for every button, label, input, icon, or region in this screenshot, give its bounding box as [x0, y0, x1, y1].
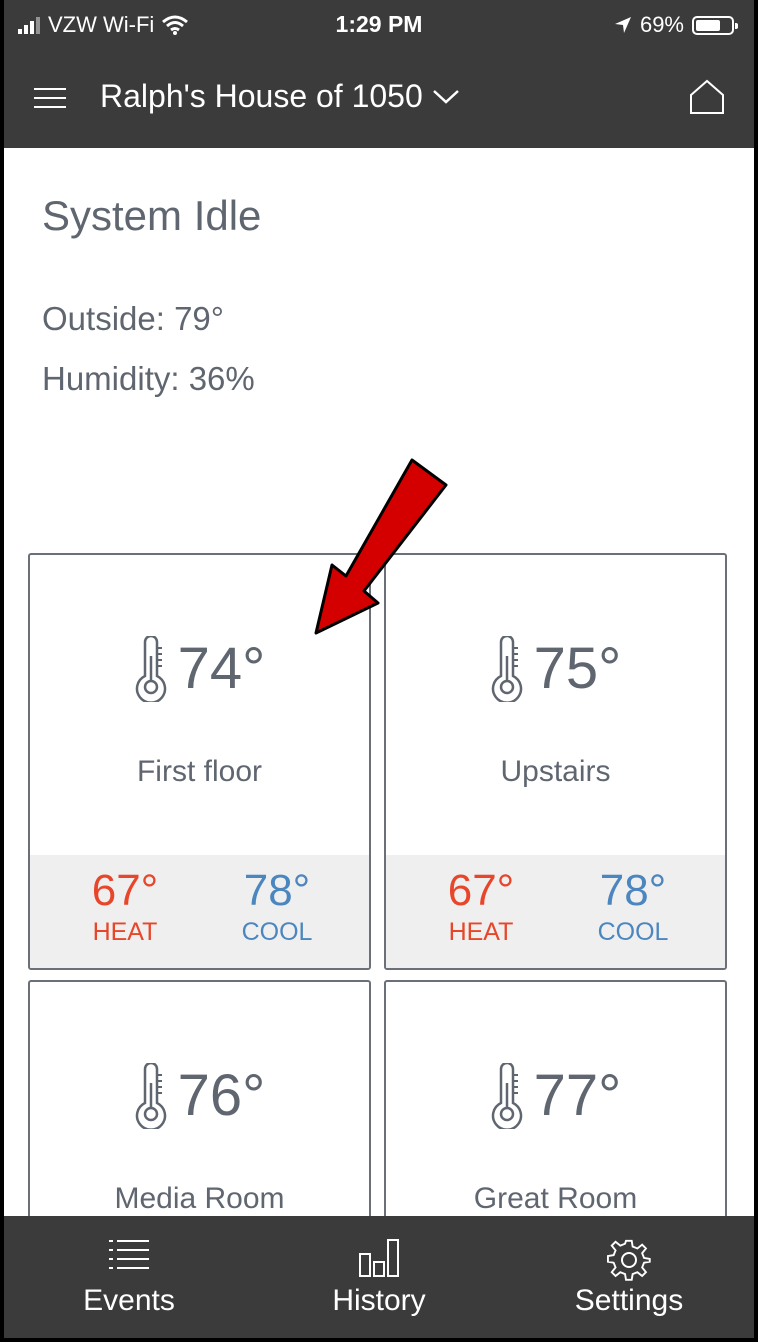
menu-icon[interactable] — [34, 86, 68, 110]
chevron-down-icon — [432, 89, 459, 104]
thermometer-icon — [491, 635, 522, 702]
heat-value: 67° — [447, 866, 515, 915]
heat-setpoint[interactable]: 67° HEAT — [50, 865, 200, 947]
heat-label: HEAT — [92, 918, 158, 946]
zone-name: First floor — [136, 755, 262, 788]
nav-events-label: Events — [83, 1284, 175, 1317]
nav-history-label: History — [332, 1284, 426, 1317]
setpoints: 67° HEAT 78° COOL — [30, 855, 369, 968]
zone-name: Great Room — [473, 1182, 638, 1215]
nav-events[interactable]: Events — [4, 1216, 254, 1338]
zone-name: Upstairs — [500, 755, 611, 788]
home-icon[interactable] — [688, 78, 726, 116]
heat-setpoint[interactable]: 67° HEAT — [406, 865, 556, 947]
house-selector[interactable]: Ralph's House of 1050 — [100, 78, 461, 115]
nav-history[interactable]: History — [254, 1216, 504, 1338]
location-arrow-icon — [614, 17, 631, 33]
annotation-arrow-icon — [314, 458, 448, 635]
heat-label: HEAT — [448, 918, 514, 946]
zone-temp: 76° — [177, 1063, 266, 1128]
humidity: Humidity: 36% — [42, 360, 255, 397]
thermometer-icon — [135, 635, 166, 702]
setpoints: 67° HEAT 78° COOL — [386, 855, 725, 968]
cool-setpoint[interactable]: 78° COOL — [558, 865, 708, 947]
bottom-nav: Events History Settings — [4, 1216, 754, 1338]
top-bar: VZW Wi-Fi 1:29 PM 69% Ralph's House of 1… — [4, 0, 754, 148]
cool-label: COOL — [597, 918, 669, 946]
house-title: Ralph's House of 1050 — [100, 78, 423, 114]
history-bars-icon — [359, 1239, 399, 1277]
app-screen: VZW Wi-Fi 1:29 PM 69% Ralph's House of 1… — [4, 0, 754, 1338]
zone-temp: 74° — [177, 636, 266, 701]
heat-value: 67° — [91, 866, 159, 915]
zone-name: Media Room — [114, 1182, 285, 1215]
thermometer-icon — [135, 1062, 166, 1129]
zone-temp: 77° — [533, 1063, 622, 1128]
outside-temp: Outside: 79° — [42, 300, 224, 337]
status-bar: VZW Wi-Fi 1:29 PM 69% — [4, 0, 754, 50]
battery-icon — [692, 15, 738, 35]
app-header: Ralph's House of 1050 — [4, 50, 754, 148]
cool-value: 78° — [243, 866, 311, 915]
zone-temp: 75° — [533, 636, 622, 701]
events-list-icon — [109, 1240, 149, 1269]
cool-label: COOL — [241, 918, 313, 946]
nav-settings[interactable]: Settings — [504, 1216, 754, 1338]
nav-settings-label: Settings — [574, 1284, 684, 1317]
battery-percent: 69% — [639, 12, 684, 37]
settings-gear-icon — [607, 1239, 651, 1281]
cool-setpoint[interactable]: 78° COOL — [202, 865, 352, 947]
system-status: System Idle — [42, 192, 262, 239]
cool-value: 78° — [599, 866, 667, 915]
thermometer-icon — [491, 1062, 522, 1129]
